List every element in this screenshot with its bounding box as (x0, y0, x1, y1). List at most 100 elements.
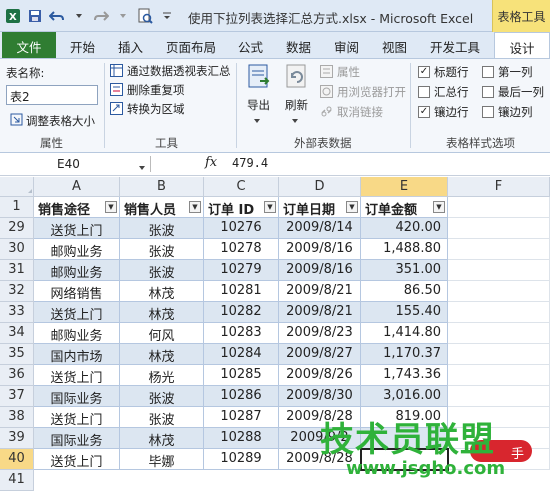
filter-dropdown-icon[interactable]: ▼ (433, 201, 445, 213)
table-cell[interactable]: 10287 (204, 407, 279, 428)
export-button[interactable]: 导出 (247, 97, 270, 113)
table-cell[interactable]: 张波 (120, 386, 204, 407)
tab-insert[interactable]: 插入 (118, 37, 143, 56)
table-cell[interactable]: 3,016.00 (361, 386, 448, 407)
redo-icon[interactable] (92, 7, 110, 25)
banded-columns-checkbox[interactable] (482, 106, 494, 118)
table-cell[interactable]: 林茂 (120, 428, 204, 449)
table-cell[interactable]: 送货上门 (34, 302, 120, 323)
row-header[interactable]: 29 (0, 218, 34, 239)
table-cell[interactable]: 2009/8/30 (279, 386, 361, 407)
table-header-cell[interactable]: 订单日期 ▼ (279, 197, 361, 218)
undo-icon[interactable] (48, 7, 66, 25)
first-column-checkbox[interactable] (482, 66, 494, 78)
table-cell[interactable]: 林茂 (120, 302, 204, 323)
chevron-down-icon[interactable] (253, 114, 266, 127)
chevron-down-icon[interactable] (291, 114, 304, 127)
table-cell[interactable]: 送货上门 (34, 365, 120, 386)
table-cell[interactable]: 420.00 (361, 218, 448, 239)
table-cell[interactable]: 155.40 (361, 302, 448, 323)
column-header-c[interactable]: C (204, 177, 279, 197)
row-header[interactable]: 32 (0, 281, 34, 302)
table-cell[interactable]: 林茂 (120, 344, 204, 365)
filter-dropdown-icon[interactable]: ▼ (264, 201, 276, 213)
remove-duplicates-button[interactable]: 删除重复项 (127, 82, 185, 98)
table-cell[interactable]: 10285 (204, 365, 279, 386)
table-cell[interactable]: 国际业务 (34, 386, 120, 407)
customize-qat-icon[interactable] (158, 7, 176, 25)
table-cell[interactable]: 10284 (204, 344, 279, 365)
insert-function-icon[interactable]: fx (205, 155, 217, 170)
empty-cell[interactable] (448, 197, 550, 218)
column-header-d[interactable]: D (279, 177, 361, 197)
table-cell[interactable]: 10289 (204, 449, 279, 470)
table-cell[interactable]: 10286 (204, 386, 279, 407)
table-cell[interactable]: 10278 (204, 239, 279, 260)
save-icon[interactable] (26, 7, 44, 25)
table-cell[interactable]: 送货上门 (34, 218, 120, 239)
row-header[interactable]: 38 (0, 407, 34, 428)
empty-cell[interactable] (448, 239, 550, 260)
row-header[interactable]: 31 (0, 260, 34, 281)
filter-dropdown-icon[interactable]: ▼ (346, 201, 358, 213)
chevron-down-icon[interactable] (70, 7, 88, 25)
select-all-corner[interactable] (0, 177, 34, 197)
table-cell[interactable]: 2009/8/27 (279, 344, 361, 365)
empty-cell[interactable] (448, 281, 550, 302)
row-header[interactable]: 35 (0, 344, 34, 365)
table-cell[interactable]: 1,170.37 (361, 344, 448, 365)
row-header[interactable]: 39 (0, 428, 34, 449)
tab-developer[interactable]: 开发工具 (430, 37, 480, 56)
banded-rows-checkbox[interactable]: ✓ (418, 106, 430, 118)
open-in-browser-button[interactable]: 用浏览器打开 (337, 84, 406, 100)
tab-file[interactable]: 文件 (2, 32, 56, 58)
table-header-cell[interactable]: 订单金额 ▼ (361, 197, 448, 218)
table-cell[interactable]: 张波 (120, 260, 204, 281)
row-header[interactable]: 34 (0, 323, 34, 344)
table-cell[interactable]: 351.00 (361, 260, 448, 281)
table-cell[interactable]: 2009/8/23 (279, 323, 361, 344)
table-cell[interactable]: 送货上门 (34, 449, 120, 470)
table-cell[interactable]: 10281 (204, 281, 279, 302)
row-header[interactable]: 1 (0, 197, 34, 218)
table-cell[interactable]: 2009/8/21 (279, 281, 361, 302)
table-cell[interactable]: 10283 (204, 323, 279, 344)
table-cell[interactable]: 杨光 (120, 365, 204, 386)
table-cell[interactable]: 2009/8/14 (279, 218, 361, 239)
empty-cell[interactable] (448, 344, 550, 365)
convert-to-range-button[interactable]: 转换为区域 (127, 101, 185, 117)
header-row-checkbox[interactable]: ✓ (418, 66, 430, 78)
tab-page-layout[interactable]: 页面布局 (166, 37, 216, 56)
table-cell[interactable]: 10282 (204, 302, 279, 323)
table-cell[interactable]: 10276 (204, 218, 279, 239)
empty-cell[interactable] (448, 302, 550, 323)
tab-view[interactable]: 视图 (382, 37, 407, 56)
row-header[interactable]: 36 (0, 365, 34, 386)
tab-design[interactable]: 设计 (494, 32, 550, 58)
table-cell[interactable]: 2009/8/16 (279, 239, 361, 260)
table-cell[interactable]: 林茂 (120, 281, 204, 302)
table-cell[interactable]: 张波 (120, 407, 204, 428)
table-cell[interactable]: 邮购业务 (34, 323, 120, 344)
table-cell[interactable]: 2009/8/16 (279, 260, 361, 281)
table-cell[interactable]: 张波 (120, 218, 204, 239)
row-header[interactable]: 30 (0, 239, 34, 260)
table-cell[interactable]: 送货上门 (34, 407, 120, 428)
table-cell[interactable]: 邮购业务 (34, 239, 120, 260)
table-cell[interactable]: 何风 (120, 323, 204, 344)
table-cell[interactable]: 毕娜 (120, 449, 204, 470)
table-cell[interactable]: 邮购业务 (34, 260, 120, 281)
refresh-button[interactable]: 刷新 (285, 97, 308, 113)
column-header-b[interactable]: B (120, 177, 204, 197)
table-cell[interactable]: 1,743.36 (361, 365, 448, 386)
total-row-checkbox[interactable] (418, 86, 430, 98)
column-header-e[interactable]: E (361, 177, 448, 197)
table-cell[interactable]: 1,488.80 (361, 239, 448, 260)
table-cell[interactable]: 10279 (204, 260, 279, 281)
table-header-cell[interactable]: 订单 ID ▼ (204, 197, 279, 218)
table-cell[interactable]: 张波 (120, 239, 204, 260)
table-cell[interactable]: 国际业务 (34, 428, 120, 449)
tab-home[interactable]: 开始 (70, 37, 95, 56)
row-header[interactable]: 37 (0, 386, 34, 407)
last-column-checkbox[interactable] (482, 86, 494, 98)
